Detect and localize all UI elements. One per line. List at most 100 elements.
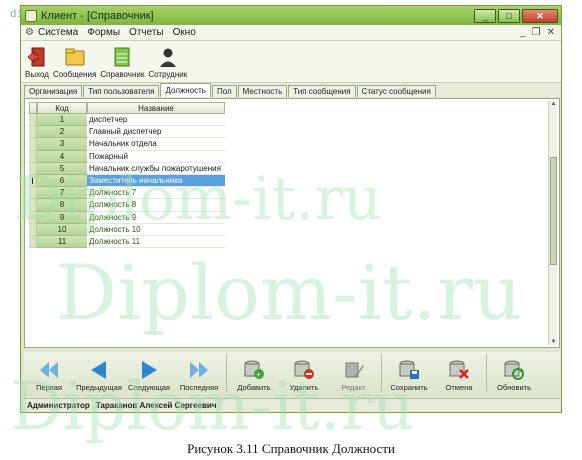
row-indicator[interactable] <box>29 235 37 249</box>
row-indicator[interactable] <box>29 138 37 151</box>
scroll-down-icon[interactable]: ▼ <box>549 339 558 345</box>
tab-locality[interactable]: Местность <box>237 85 288 97</box>
mdi-restore-button[interactable]: ❐ <box>532 27 541 38</box>
cell-code[interactable]: 4 <box>37 150 87 163</box>
table-row[interactable]: I 6 Заместитель начальника <box>29 174 225 188</box>
next-icon <box>142 361 157 379</box>
table-row[interactable]: 11 Должность 11 <box>29 235 225 249</box>
mdi-minimize-button[interactable]: _ <box>520 27 526 38</box>
cell-name[interactable]: Должность 8 <box>87 199 225 212</box>
row-indicator[interactable] <box>29 150 37 163</box>
add-label: Добавить <box>237 383 271 392</box>
table-row[interactable]: 7 Должность 7 <box>29 187 225 200</box>
cell-name[interactable]: диспетчер <box>87 114 225 127</box>
tab-gender[interactable]: Пол <box>211 85 237 97</box>
first-button[interactable]: Первая <box>24 360 74 392</box>
next-label: Следующая <box>128 383 170 392</box>
menu-item-reports[interactable]: Отчеты <box>129 27 164 38</box>
messages-button[interactable]: Сообщения <box>53 46 96 79</box>
header-code[interactable]: Код <box>37 102 87 114</box>
directory-icon <box>114 47 130 67</box>
folder-icon <box>65 48 85 66</box>
cell-code[interactable]: 6 <box>37 174 87 188</box>
cell-code[interactable]: 7 <box>37 187 87 200</box>
cell-code[interactable]: 2 <box>37 126 87 139</box>
tab-message-type[interactable]: Тип сообщения <box>288 85 356 97</box>
cell-name[interactable]: Главный диспетчер <box>87 126 225 139</box>
minimize-button[interactable]: _ <box>474 8 496 23</box>
title-bar[interactable]: Клиент - [Справочник] _ □ ✕ <box>21 6 561 25</box>
db-save-icon <box>399 360 419 379</box>
prev-button[interactable]: Предыдущая <box>74 360 124 392</box>
table-row[interactable]: 10 Должность 10 <box>29 223 225 236</box>
edit-button[interactable]: Редакт. <box>329 360 379 392</box>
svg-text:+: + <box>256 370 261 379</box>
header-name[interactable]: Название <box>87 102 225 114</box>
row-indicator[interactable] <box>29 211 37 224</box>
row-indicator[interactable] <box>29 187 37 200</box>
toolbar: Выход Сообщения Справочник Сотрудник <box>21 41 561 83</box>
employee-button[interactable]: Сотрудник <box>148 46 187 79</box>
save-button[interactable]: Сохранить <box>384 360 434 392</box>
exit-label: Выход <box>25 70 49 79</box>
cell-name[interactable]: Должность 10 <box>87 224 225 236</box>
scroll-up-icon[interactable]: ▲ <box>549 101 558 107</box>
prev-label: Предыдущая <box>76 383 122 392</box>
cell-code[interactable]: 9 <box>37 211 87 224</box>
cell-name[interactable]: Должность 11 <box>87 236 225 249</box>
scroll-thumb[interactable] <box>550 157 557 265</box>
delete-button[interactable]: Удалить <box>279 360 329 392</box>
mdi-close-button[interactable]: ✕ <box>547 27 555 38</box>
table-row[interactable]: 5 Начальник службы пожаротушения <box>29 162 225 175</box>
close-button[interactable]: ✕ <box>522 8 558 23</box>
row-indicator[interactable] <box>29 162 37 175</box>
refresh-button[interactable]: Обновить <box>489 360 539 392</box>
tab-position[interactable]: Должность <box>160 83 211 97</box>
row-indicator[interactable] <box>29 223 37 236</box>
maximize-button[interactable]: □ <box>498 8 520 23</box>
row-indicator[interactable] <box>29 126 37 139</box>
directory-label: Справочник <box>100 70 145 79</box>
vertical-scrollbar[interactable]: ▲ ▼ <box>548 101 557 345</box>
row-indicator[interactable] <box>29 199 37 212</box>
table-row[interactable]: 9 Должность 9 <box>29 211 225 224</box>
tab-organization[interactable]: Организация <box>24 85 83 97</box>
row-indicator[interactable] <box>29 114 37 127</box>
table-row[interactable]: 2 Главный диспетчер <box>29 126 225 139</box>
cell-code[interactable]: 8 <box>37 199 87 212</box>
cell-name[interactable]: Заместитель начальника <box>87 174 225 188</box>
gear-icon[interactable]: ⚙ <box>25 27 34 38</box>
window-title: Клиент - [Справочник] <box>41 9 154 22</box>
cell-name[interactable]: Начальник службы пожаротушения <box>87 163 225 175</box>
row-indicator[interactable]: I <box>29 174 37 188</box>
cancel-button[interactable]: Отмена <box>434 360 484 392</box>
cell-name[interactable]: Начальник отдела <box>87 138 225 151</box>
directory-button[interactable]: Справочник <box>100 46 144 79</box>
status-user: Тараканов Алексей Сергеевич <box>95 401 217 410</box>
cell-code[interactable]: 5 <box>37 162 87 175</box>
table-row[interactable]: 8 Должность 8 <box>29 199 225 212</box>
cell-name[interactable]: Должность 9 <box>87 212 225 224</box>
menu-item-window[interactable]: Окно <box>173 27 196 38</box>
table-row[interactable]: 4 Пожарный <box>29 150 225 163</box>
menu-item-forms[interactable]: Формы <box>87 27 120 38</box>
cell-code[interactable]: 10 <box>37 223 87 236</box>
tab-user-type[interactable]: Тип пользователя <box>83 85 160 97</box>
table-row[interactable]: 1 диспетчер <box>29 114 225 127</box>
next-button[interactable]: Следующая <box>124 360 174 392</box>
tab-message-status[interactable]: Статус сообщения <box>356 85 436 97</box>
tab-strip: Организация Тип пользователя Должность П… <box>21 83 561 97</box>
menu-item-system[interactable]: Система <box>38 27 78 38</box>
table-row[interactable]: 3 Начальник отдела <box>29 138 225 151</box>
cell-code[interactable]: 1 <box>37 114 87 127</box>
add-button[interactable]: + Добавить <box>229 360 279 392</box>
cell-code[interactable]: 11 <box>37 235 87 249</box>
delete-label: Удалить <box>289 383 319 392</box>
messages-label: Сообщения <box>52 70 97 79</box>
cell-name[interactable]: Должность 7 <box>87 187 225 200</box>
exit-button[interactable]: Выход <box>25 46 49 79</box>
grid-header: Код Название <box>29 102 225 114</box>
cell-code[interactable]: 3 <box>37 138 87 151</box>
cell-name[interactable]: Пожарный <box>87 151 225 163</box>
last-button[interactable]: Последняя <box>174 360 224 392</box>
